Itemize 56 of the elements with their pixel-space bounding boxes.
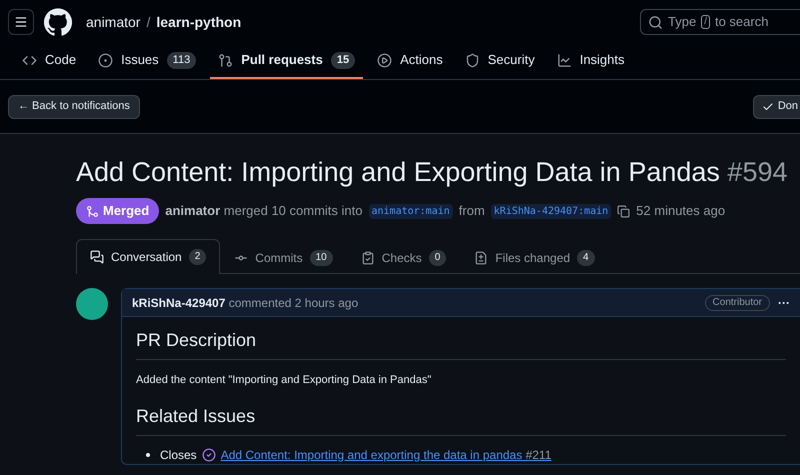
slash-key: / bbox=[701, 15, 710, 29]
merge-time: 52 minutes ago bbox=[636, 202, 726, 220]
branch-label[interactable]: kRiShNa-429407:main bbox=[490, 204, 612, 218]
circle-dot-icon bbox=[98, 52, 114, 68]
repo-link[interactable]: learn-python bbox=[156, 12, 242, 32]
branch-label[interactable]: animator:main bbox=[368, 204, 453, 218]
done-button[interactable]: Don bbox=[752, 94, 800, 118]
issue-link[interactable]: Add Content: Importing and exporting the data in pandas #211 bbox=[220, 446, 552, 464]
repo-tab[interactable]: Security bbox=[456, 43, 543, 79]
search-icon bbox=[648, 14, 663, 30]
repo-tab[interactable]: Issues 113 bbox=[90, 43, 204, 79]
cat-logo-icon bbox=[44, 8, 72, 36]
pr-tab[interactable]: Checks 0 bbox=[346, 241, 460, 274]
count-badge: 4 bbox=[577, 250, 595, 266]
search-field[interactable]: Type / to search bbox=[640, 9, 800, 35]
count-badge: 2 bbox=[188, 249, 206, 265]
repo-tab[interactable]: Code bbox=[14, 43, 84, 79]
count-badge: 0 bbox=[428, 250, 446, 266]
check-icon bbox=[762, 100, 774, 112]
bullet-icon bbox=[146, 452, 150, 456]
pr-tab[interactable]: Commits 10 bbox=[220, 241, 347, 274]
path-separator: / bbox=[146, 12, 150, 32]
section-heading: PR Description bbox=[136, 325, 786, 360]
line-chart-icon bbox=[556, 52, 572, 68]
owner-link[interactable]: animator bbox=[86, 12, 140, 32]
closes-label: Closes bbox=[160, 446, 197, 464]
pull-request-icon bbox=[218, 52, 234, 68]
merge-summary: animator merged 10 commits into bbox=[165, 202, 362, 220]
play-icon bbox=[377, 52, 392, 68]
pr-title: Add Content: Importing and Exporting Data in Pandas #594 bbox=[76, 156, 788, 189]
search-hint: to search bbox=[714, 13, 768, 32]
count-badge: 113 bbox=[166, 52, 196, 68]
shield-icon bbox=[464, 52, 480, 68]
search-hint: Type bbox=[668, 13, 696, 32]
comment-header: kRiShNa-429407 commented 2 hours ago bbox=[132, 294, 358, 312]
copy-icon[interactable] bbox=[617, 204, 630, 218]
count-badge: 15 bbox=[330, 52, 356, 68]
file-diff-icon bbox=[474, 251, 488, 265]
status-badge: Merged bbox=[76, 198, 160, 224]
more-button[interactable]: ··· bbox=[778, 294, 790, 312]
speech-bubbles-icon bbox=[90, 250, 104, 264]
repo-tab[interactable]: Actions bbox=[369, 43, 451, 79]
pr-tab[interactable]: Conversation 2 bbox=[76, 239, 220, 274]
role-badge: Contributor bbox=[704, 294, 770, 310]
check-circle-icon bbox=[202, 448, 216, 462]
comment-paragraph: Added the content "Importing and Exporting Data in Pandas" bbox=[136, 373, 432, 388]
avatar[interactable] bbox=[76, 288, 108, 320]
menu-button[interactable] bbox=[8, 9, 34, 35]
menu-icon bbox=[14, 15, 28, 29]
merge-summary: from bbox=[458, 202, 485, 220]
back-button[interactable]: ← Back to notifications bbox=[8, 94, 140, 118]
pr-tab[interactable]: Files changed 4 bbox=[460, 241, 609, 274]
section-heading: Related Issues bbox=[136, 400, 786, 436]
count-badge: 10 bbox=[310, 250, 333, 266]
repo-tab[interactable]: Insights bbox=[548, 43, 633, 79]
checklist-icon bbox=[360, 251, 375, 265]
